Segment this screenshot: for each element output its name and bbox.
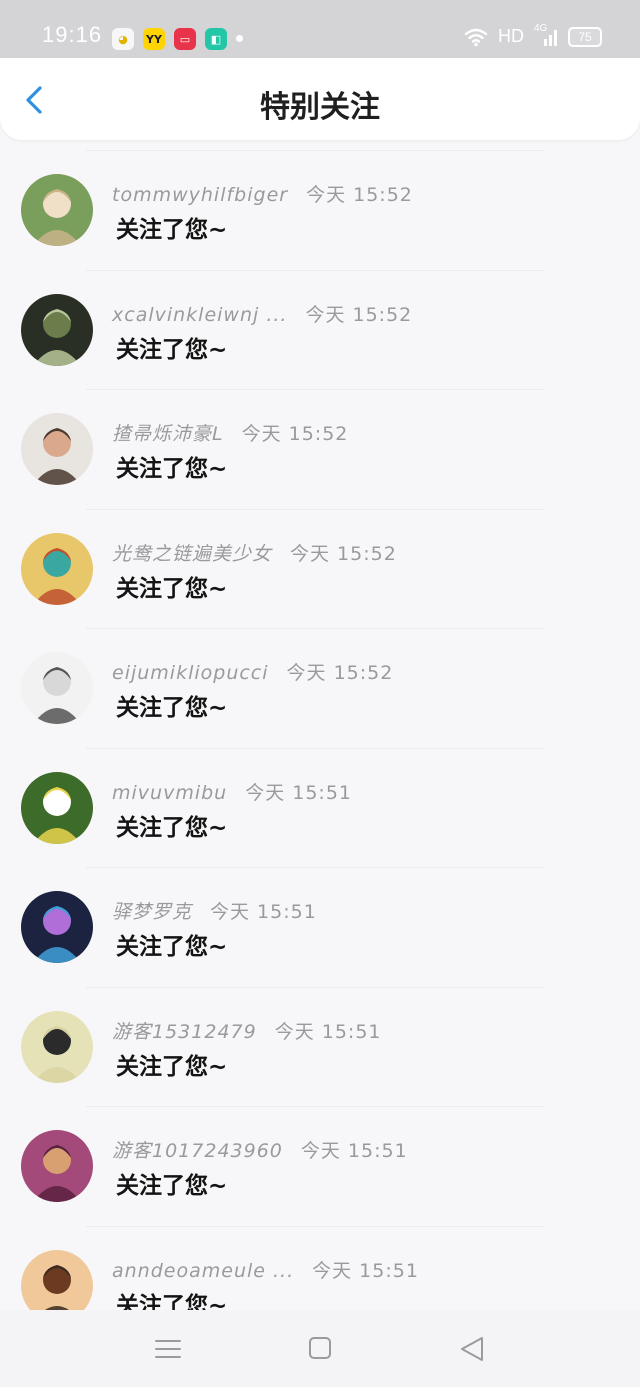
message-text: 关注了您~ (116, 336, 228, 363)
username[interactable]: 游客15312479 (112, 1021, 257, 1043)
item-meta: 游客15312479 今天 15:51 (112, 1017, 382, 1044)
username[interactable]: tommwyhilfbiger (112, 184, 288, 206)
divider (86, 508, 544, 510)
divider (86, 986, 544, 988)
timestamp: 今天 15:52 (306, 184, 413, 206)
item-meta: 揸帚烁沛豪L 今天 15:52 (112, 419, 348, 446)
app-icon-pikachu: ◕ (112, 28, 134, 50)
divider (86, 269, 544, 271)
message-text: 关注了您~ (116, 1173, 228, 1199)
username[interactable]: eijumikliopucci (112, 662, 269, 684)
username[interactable]: 驿梦罗克 (112, 901, 192, 923)
list-item[interactable]: 揸帚烁沛豪L 今天 15:52 关注了您~ (0, 389, 640, 509)
item-meta: 光鸯之链遍美少女 今天 15:52 (112, 539, 397, 566)
item-meta: xcalvinkleiwnj ... 今天 15:52 (112, 300, 412, 327)
username[interactable]: 光鸯之链遍美少女 (112, 543, 272, 565)
username[interactable]: 游客1017243960 (112, 1140, 283, 1162)
avatar[interactable] (21, 413, 93, 485)
message-text: 关注了您~ (116, 814, 228, 841)
item-meta: mivuvmibu 今天 15:51 (112, 778, 352, 805)
divider (86, 150, 544, 151)
divider (86, 389, 544, 390)
item-meta: 游客1017243960 今天 15:51 (112, 1136, 408, 1163)
avatar[interactable] (21, 891, 93, 963)
status-indicators: HD 4G 75 (464, 23, 602, 47)
battery-icon: 75 (568, 26, 602, 47)
timestamp: 今天 15:52 (305, 303, 413, 326)
app-icon-yy: YY (143, 28, 165, 50)
notification-dot (236, 35, 243, 42)
divider (86, 867, 544, 868)
item-meta: anndeoameule ... 今天 15:51 (112, 1256, 419, 1283)
message-text: 关注了您~ (116, 1053, 228, 1080)
timestamp: 今天 15:51 (300, 1140, 408, 1162)
divider (86, 1106, 544, 1107)
timestamp: 今天 15:51 (312, 1259, 419, 1282)
avatar[interactable] (21, 1130, 93, 1202)
timestamp: 今天 15:51 (210, 901, 317, 923)
list-item[interactable]: mivuvmibu 今天 15:51 关注了您~ (0, 747, 640, 868)
avatar[interactable] (21, 532, 93, 605)
back-icon (461, 1337, 483, 1361)
avatar[interactable] (21, 771, 93, 844)
list-item[interactable]: 游客1017243960 今天 15:51 关注了您~ (0, 1106, 640, 1226)
list-item[interactable]: eijumikliopucci 今天 15:52 关注了您~ (0, 628, 640, 748)
item-meta: 驿梦罗克 今天 15:51 (112, 897, 317, 924)
list-item[interactable]: 光鸯之链遍美少女 今天 15:52 关注了您~ (0, 508, 640, 629)
item-meta: eijumikliopucci 今天 15:52 (112, 658, 393, 685)
item-meta: tommwyhilfbiger 今天 15:52 (112, 180, 413, 207)
app-icon-video: ▭ (174, 28, 196, 50)
back-nav-button[interactable] (458, 1334, 488, 1364)
timestamp: 今天 15:52 (290, 542, 397, 565)
timestamp: 今天 15:51 (274, 1020, 382, 1043)
timestamp: 今天 15:51 (245, 781, 353, 804)
follow-list: tommwyhilfbiger 今天 15:52 关注了您~ xcalvinkleiw… (0, 150, 640, 1310)
timestamp: 今天 15:52 (286, 662, 394, 684)
home-icon (309, 1337, 331, 1359)
avatar[interactable] (21, 652, 93, 724)
navigation-bar (0, 1310, 640, 1387)
menu-button[interactable] (153, 1334, 183, 1364)
message-text: 关注了您~ (116, 934, 228, 960)
list-item[interactable]: tommwyhilfbiger 今天 15:52 关注了您~ (0, 150, 640, 270)
status-time: 19:16 (42, 22, 103, 47)
list-item[interactable]: 游客15312479 今天 15:51 关注了您~ (0, 986, 640, 1107)
page-title: 特别关注 (260, 90, 380, 125)
username[interactable]: mivuvmibu (112, 782, 227, 804)
home-button[interactable] (306, 1334, 336, 1364)
avatar[interactable] (21, 174, 93, 246)
divider (86, 1225, 544, 1227)
timestamp: 今天 15:52 (241, 423, 349, 445)
username[interactable]: anndeoameule ... (112, 1260, 294, 1282)
list-item[interactable]: xcalvinkleiwnj ... 今天 15:52 关注了您~ (0, 269, 640, 390)
message-text: 关注了您~ (116, 695, 228, 721)
battery-level: 75 (578, 29, 592, 44)
message-text: 关注了您~ (116, 456, 228, 482)
header: 特别关注 (0, 58, 640, 140)
message-text: 关注了您~ (116, 1292, 228, 1311)
list-item[interactable]: anndeoameule ... 今天 15:51 关注了您~ (0, 1225, 640, 1311)
signal-icon: 4G (534, 23, 558, 47)
status-bar: 19:16 ◕ YY ▭ ◧ HD 4G 75 (0, 0, 640, 58)
avatar[interactable] (21, 293, 93, 366)
username[interactable]: xcalvinkleiwnj ... (112, 304, 287, 326)
hd-label: HD (498, 26, 524, 46)
menu-icon (155, 1340, 181, 1358)
message-text: 关注了您~ (116, 217, 228, 243)
username[interactable]: 揸帚烁沛豪L (112, 423, 224, 445)
app-icon-green: ◧ (205, 28, 227, 50)
avatar[interactable] (21, 1249, 93, 1310)
divider (86, 628, 544, 629)
avatar[interactable] (21, 1010, 93, 1083)
list-item[interactable]: 驿梦罗克 今天 15:51 关注了您~ (0, 867, 640, 987)
divider (86, 747, 544, 749)
message-text: 关注了您~ (116, 575, 228, 602)
wifi-icon (464, 28, 488, 46)
